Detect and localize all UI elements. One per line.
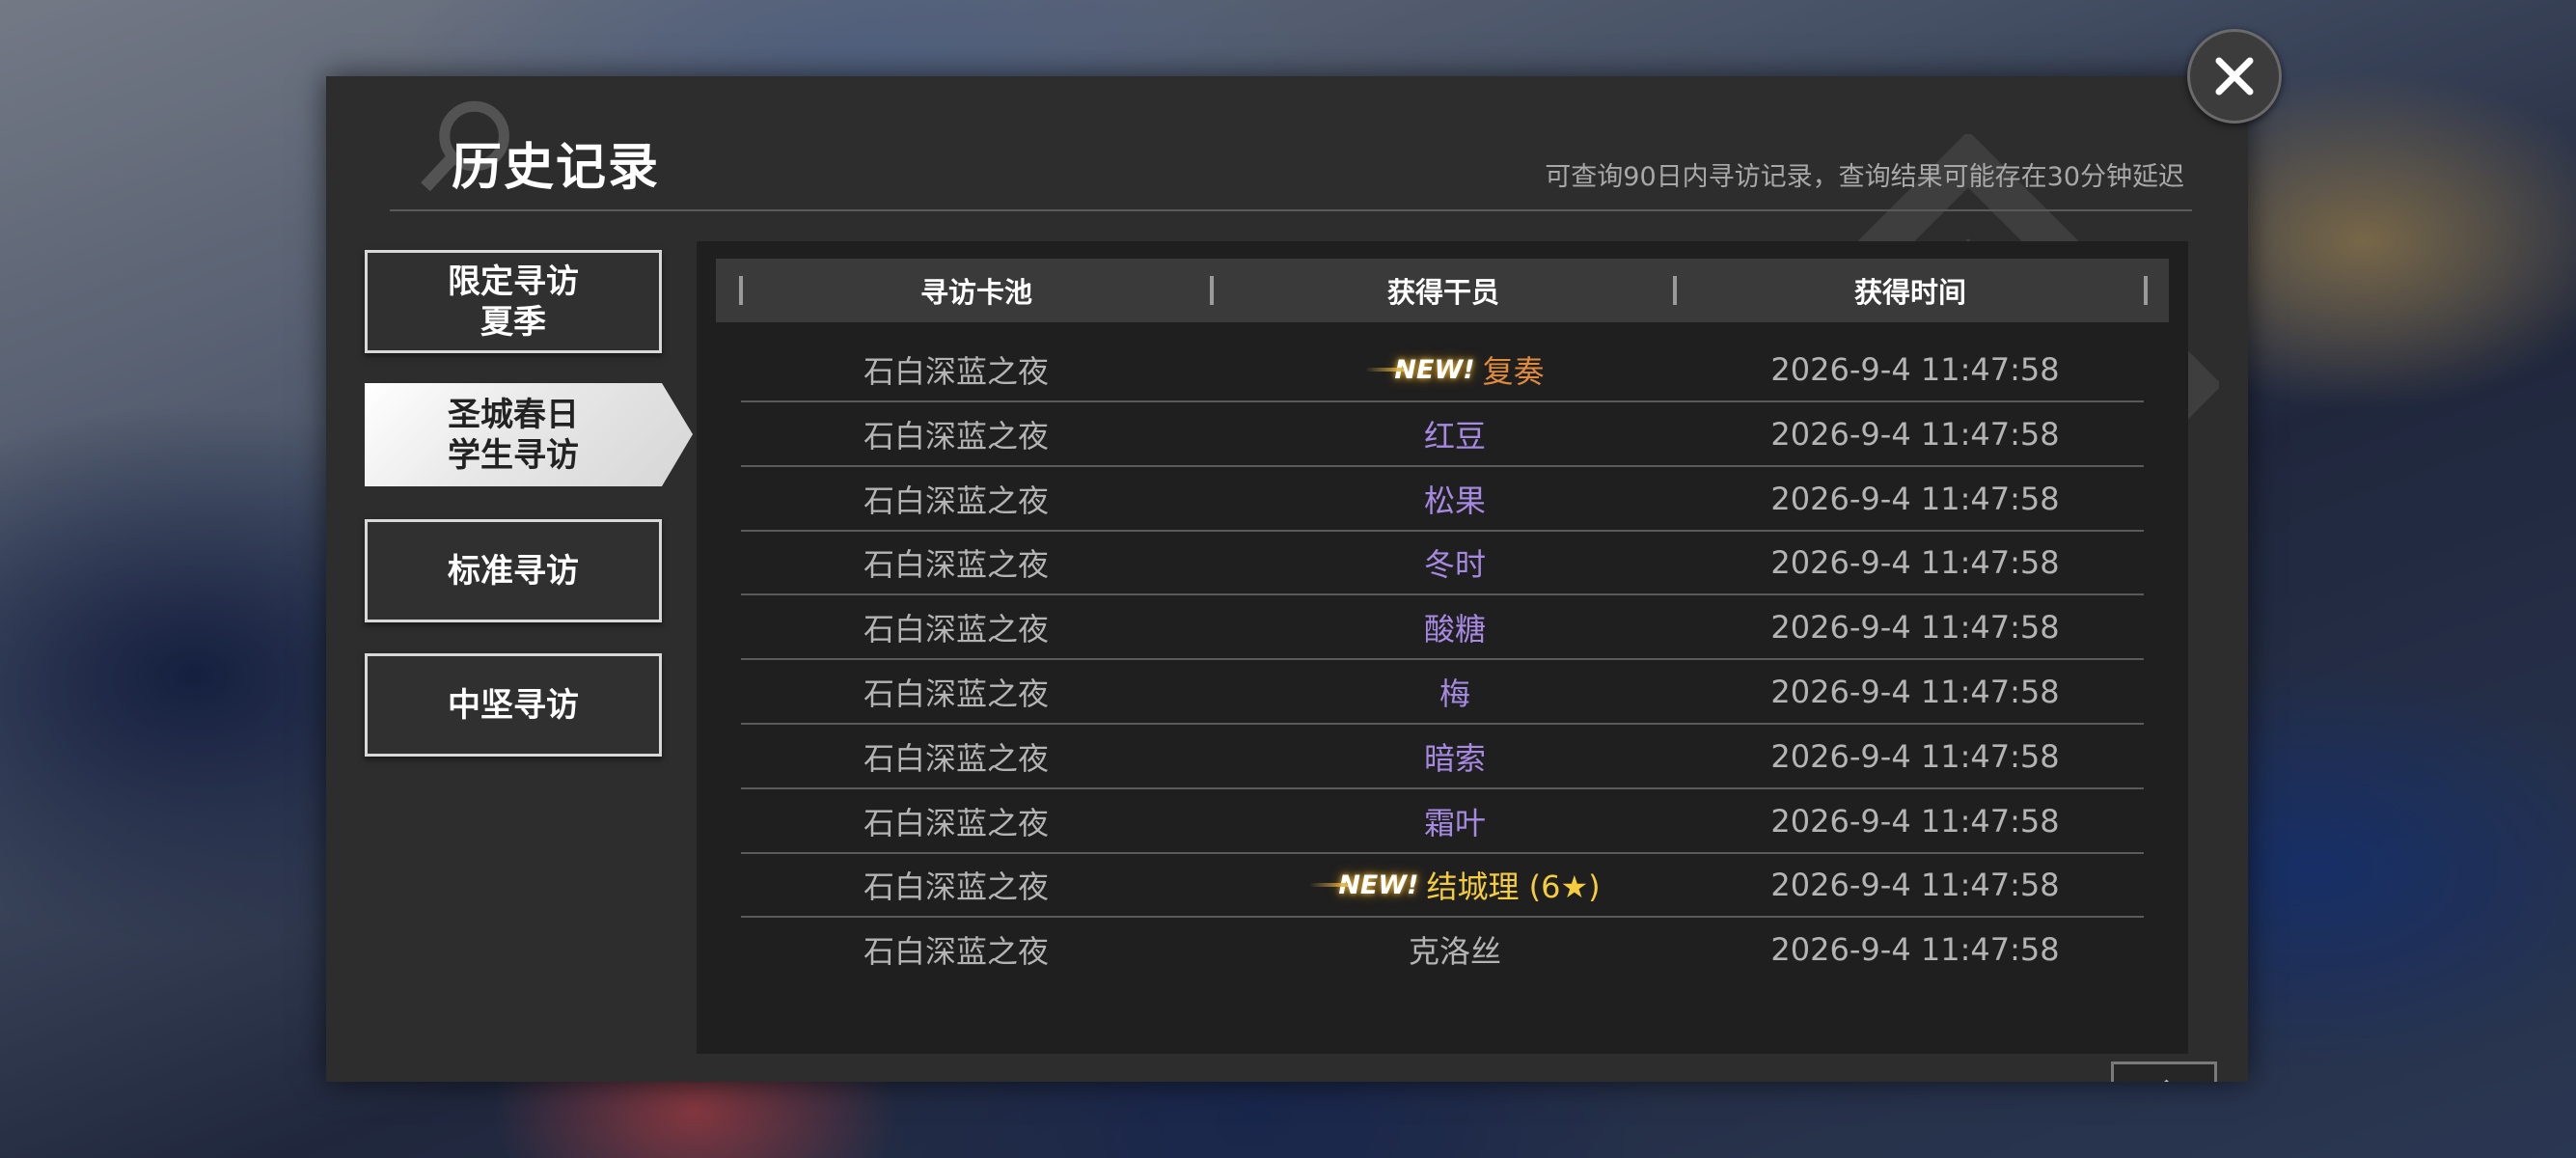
operator-cell: 红豆 (1243, 403, 1667, 465)
table-row: 石白深蓝之夜 暗索 2026-9-4 11:47:58 (741, 726, 2144, 789)
dialog-title: 历史记录 (452, 139, 661, 197)
pool-cell: 石白深蓝之夜 (863, 676, 1049, 712)
tab-label: 标准寻访 (448, 551, 579, 591)
tab-core[interactable]: 中坚寻访 (365, 653, 662, 757)
page-number: 1 (2217, 1060, 2248, 1082)
time-cell: 2026-9-4 11:47:58 (1770, 544, 2060, 582)
operator-cell: NEW! 结城理 (6★) (1243, 854, 1667, 916)
operator-name: 暗索 (1423, 739, 1486, 777)
pool-cell: 石白深蓝之夜 (863, 933, 1049, 971)
header-operator: 获得干员 (1386, 276, 1499, 309)
time-cell: 2026-9-4 11:47:58 (1770, 737, 2060, 775)
operator-cell: NEW! 复奏 (1243, 339, 1667, 400)
close-button[interactable] (2187, 29, 2282, 124)
table-row: 石白深蓝之夜 酸糖 2026-9-4 11:47:58 (741, 596, 2144, 661)
operator-name: 梅 (1439, 676, 1470, 712)
tab-holy-city-spring[interactable]: 圣城春日 学生寻访 (365, 383, 693, 486)
new-badge: NEW! (1309, 870, 1418, 900)
time-cell: 2026-9-4 11:47:58 (1770, 480, 2060, 517)
operator-cell: 梅 (1243, 661, 1667, 723)
time-cell: 2026-9-4 11:47:58 (1770, 674, 2060, 710)
operator-name: 酸糖 (1423, 611, 1486, 648)
table-row: 石白深蓝之夜 梅 2026-9-4 11:47:58 (741, 661, 2144, 725)
prev-page-button[interactable] (2111, 1062, 2217, 1082)
chevron-left-icon (2164, 1079, 2169, 1082)
time-cell: 2026-9-4 11:47:58 (1770, 802, 2060, 840)
table-header: 寻访卡池 获得干员 获得时间 (716, 259, 2169, 322)
dialog-subtitle: 可查询90日内寻访记录，查询结果可能存在30分钟延迟 (1545, 162, 2184, 192)
time-cell: 2026-9-4 11:47:58 (1770, 867, 2060, 904)
operator-name: 结城理 (6★) (1426, 868, 1601, 906)
pool-cell: 石白深蓝之夜 (863, 739, 1049, 777)
table-row: 石白深蓝之夜 霜叶 2026-9-4 11:47:58 (741, 790, 2144, 854)
tab-limited-summer[interactable]: 限定寻访 夏季 (365, 250, 662, 353)
title-divider (390, 209, 2192, 211)
operator-cell: 克洛丝 (1243, 919, 1667, 980)
new-badge: NEW! (1365, 355, 1475, 385)
pool-cell: 石白深蓝之夜 (863, 482, 1049, 519)
time-cell: 2026-9-4 11:47:58 (1770, 415, 2060, 453)
tab-label: 限定寻访 夏季 (448, 262, 579, 342)
tab-label: 圣城春日 学生寻访 (448, 395, 579, 475)
operator-name: 红豆 (1423, 417, 1486, 455)
table-row: 石白深蓝之夜 NEW! 结城理 (6★) 2026-9-4 11:47:58 (741, 854, 2144, 919)
table-row: 石白深蓝之夜 克洛丝 2026-9-4 11:47:58 (741, 919, 2144, 982)
operator-cell: 冬时 (1243, 532, 1667, 593)
header-pool: 寻访卡池 (919, 276, 1032, 309)
pool-cell: 石白深蓝之夜 (863, 353, 1049, 390)
table-row: 石白深蓝之夜 冬时 2026-9-4 11:47:58 (741, 532, 2144, 596)
tab-label: 中坚寻访 (448, 685, 579, 725)
time-cell: 2026-9-4 11:47:58 (1770, 609, 2060, 647)
pool-cell: 石白深蓝之夜 (863, 546, 1049, 584)
header-separator (2144, 276, 2148, 305)
operator-cell: 暗索 (1243, 726, 1667, 787)
pool-cell: 石白深蓝之夜 (863, 804, 1049, 841)
table-row: 石白深蓝之夜 NEW! 复奏 2026-9-4 11:47:58 (741, 339, 2144, 402)
history-table: 寻访卡池 获得干员 获得时间 石白深蓝之夜 NEW! 复奏 2026-9-4 11:4… (697, 241, 2217, 1082)
tab-standard[interactable]: 标准寻访 (365, 519, 662, 622)
time-cell: 2026-9-4 11:47:58 (1770, 351, 2060, 388)
table-row: 石白深蓝之夜 红豆 2026-9-4 11:47:58 (741, 403, 2144, 467)
pool-cell: 石白深蓝之夜 (863, 417, 1049, 455)
pool-cell: 石白深蓝之夜 (863, 868, 1049, 906)
operator-cell: 霜叶 (1243, 790, 1667, 852)
operator-name: 复奏 (1482, 353, 1545, 390)
operator-cell: 松果 (1243, 468, 1667, 530)
operator-cell: 酸糖 (1243, 596, 1667, 658)
history-dialog: 历史记录 可查询90日内寻访记录，查询结果可能存在30分钟延迟 限定寻访 夏季 … (326, 76, 2248, 1082)
close-icon (2215, 57, 2254, 96)
operator-name: 冬时 (1423, 546, 1486, 584)
table-row: 石白深蓝之夜 松果 2026-9-4 11:47:58 (741, 468, 2144, 532)
pool-cell: 石白深蓝之夜 (863, 611, 1049, 648)
operator-name: 松果 (1423, 482, 1486, 519)
operator-name: 霜叶 (1423, 804, 1486, 841)
time-cell: 2026-9-4 11:47:58 (1770, 931, 2060, 969)
operator-name: 克洛丝 (1408, 933, 1501, 971)
header-time: 获得时间 (1853, 276, 1966, 309)
